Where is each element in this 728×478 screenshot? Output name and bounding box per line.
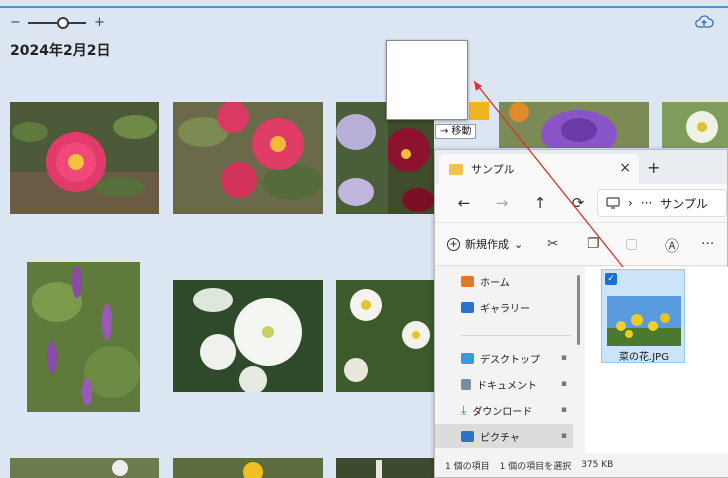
sidebar-item-label: ダウンロード [472, 406, 533, 418]
file-thumbnail [607, 296, 681, 346]
sidebar-item-label: ホーム [480, 277, 510, 289]
sidebar-item-gallery[interactable]: ギャラリー [435, 295, 573, 319]
photo-purple-pansy[interactable] [499, 102, 649, 148]
navigation-pane: ホーム ギャラリー デスクトップ ▪ ドキュメント ▪ ⤓ ダウンロード ▪ ピ… [435, 267, 581, 453]
zoom-in-button[interactable]: + [94, 15, 105, 30]
zoom-slider-thumb[interactable] [56, 16, 69, 29]
sidebar-divider [461, 335, 571, 336]
chevron-down-icon: ⌄ [514, 237, 524, 251]
refresh-button[interactable]: ⟳ [559, 194, 597, 212]
zoom-out-button[interactable]: − [10, 15, 21, 30]
copy-icon[interactable]: ❐ [587, 236, 600, 252]
photo-red-pansy[interactable] [388, 120, 434, 214]
explorer-tab-bar: サンプル × + [435, 150, 727, 184]
zoom-slider[interactable] [28, 16, 86, 29]
photo-row3-1[interactable] [10, 458, 159, 478]
cut-icon[interactable]: ✂ [547, 236, 559, 252]
pin-icon[interactable]: ▪ [561, 379, 567, 389]
photo-pink-camellia-1[interactable] [10, 102, 159, 214]
gallery-icon [461, 301, 474, 313]
more-options-button[interactable]: ··· [701, 236, 714, 252]
up-button[interactable]: ↑ [521, 194, 559, 212]
paste-icon[interactable]: ▢ [625, 236, 638, 252]
folder-icon [449, 163, 463, 175]
sidebar-scrollbar[interactable] [577, 275, 580, 345]
breadcrumb-current-folder[interactable]: サンプル [660, 195, 708, 212]
breadcrumb-more[interactable]: ··· [641, 196, 652, 210]
move-tooltip: → 移動 [435, 124, 477, 139]
photo-purple-sage[interactable] [27, 262, 140, 412]
photo-pansy-right-edge[interactable] [469, 102, 489, 120]
explorer-nav-bar: ← → ↑ ⟳ › ··· サンプル [435, 184, 727, 222]
sidebar-item-label: デスクトップ [480, 354, 540, 366]
status-item-count: 1 個の項目 [445, 461, 490, 472]
new-item-label: 新規作成 [465, 238, 509, 251]
status-selected-count: 1 個の項目を選択 [499, 461, 572, 472]
photo-row3-3[interactable] [336, 458, 434, 478]
tab-title: サンプル [471, 163, 515, 176]
photo-row3-2[interactable] [173, 458, 323, 478]
sidebar-item-pictures[interactable]: ピクチャ ▪ [435, 424, 573, 448]
forward-button[interactable]: → [483, 194, 521, 212]
top-accent-line [0, 6, 728, 8]
rename-icon[interactable]: Ⓐ [665, 236, 679, 256]
pin-icon[interactable]: ▪ [561, 353, 567, 363]
photo-white-daisy[interactable] [336, 280, 434, 392]
sidebar-item-desktop[interactable]: デスクトップ ▪ [435, 346, 573, 370]
sidebar-item-label: ピクチャ [480, 432, 520, 444]
sidebar-item-downloads[interactable]: ⤓ ダウンロード ▪ [435, 398, 573, 422]
sidebar-item-label: ドキュメント [477, 380, 537, 392]
monitor-icon [606, 197, 620, 209]
sidebar-item-home[interactable]: ホーム [435, 269, 573, 293]
photo-pink-camellia-2[interactable] [173, 102, 323, 214]
photo-pansy-left[interactable] [336, 102, 388, 214]
file-explorer-window[interactable]: サンプル × + ← → ↑ ⟳ › ··· サンプル + 新規作成 ⌄ ✂ ❐… [434, 149, 728, 478]
breadcrumb-separator: › [628, 196, 633, 210]
zoom-control[interactable]: − + [10, 15, 105, 30]
status-bar: 1 個の項目 1 個の項目を選択 375 KB [435, 453, 728, 477]
new-item-button[interactable]: + 新規作成 ⌄ [447, 236, 523, 252]
download-icon: ⤓ [461, 402, 467, 417]
arrow-right-icon: → [440, 126, 449, 137]
photo-white-flower[interactable] [662, 102, 728, 148]
add-circle-icon: + [447, 237, 460, 251]
photo-white-petunia[interactable] [173, 280, 323, 392]
checkbox-checked-icon[interactable]: ✓ [605, 273, 617, 285]
close-tab-button[interactable]: × [619, 160, 631, 176]
command-bar: + 新規作成 ⌄ ✂ ❐ ▢ Ⓐ ··· [435, 222, 727, 266]
pictures-icon [461, 430, 474, 442]
cloud-upload-icon[interactable] [694, 14, 714, 30]
address-bar[interactable]: › ··· サンプル [597, 189, 727, 217]
drag-preview [386, 40, 468, 120]
status-size: 375 KB [581, 460, 614, 470]
file-list-pane: ✓ 菜の花.JPG [585, 267, 728, 453]
sidebar-item-documents[interactable]: ドキュメント ▪ [435, 372, 573, 396]
back-button[interactable]: ← [445, 194, 483, 212]
new-tab-button[interactable]: + [647, 158, 660, 177]
move-label: 移動 [451, 126, 472, 137]
pin-icon[interactable]: ▪ [561, 405, 567, 415]
home-icon [461, 275, 474, 287]
explorer-body: ホーム ギャラリー デスクトップ ▪ ドキュメント ▪ ⤓ ダウンロード ▪ ピ… [435, 267, 728, 453]
document-icon [461, 378, 471, 390]
sidebar-item-label: ギャラリー [480, 303, 530, 315]
explorer-tab[interactable]: サンプル × [439, 154, 639, 184]
desktop-icon [461, 352, 474, 364]
file-name: 菜の花.JPG [619, 352, 669, 363]
file-item[interactable]: ✓ 菜の花.JPG [601, 269, 685, 363]
date-heading: 2024年2月2日 [10, 43, 111, 59]
pin-icon[interactable]: ▪ [561, 431, 567, 441]
